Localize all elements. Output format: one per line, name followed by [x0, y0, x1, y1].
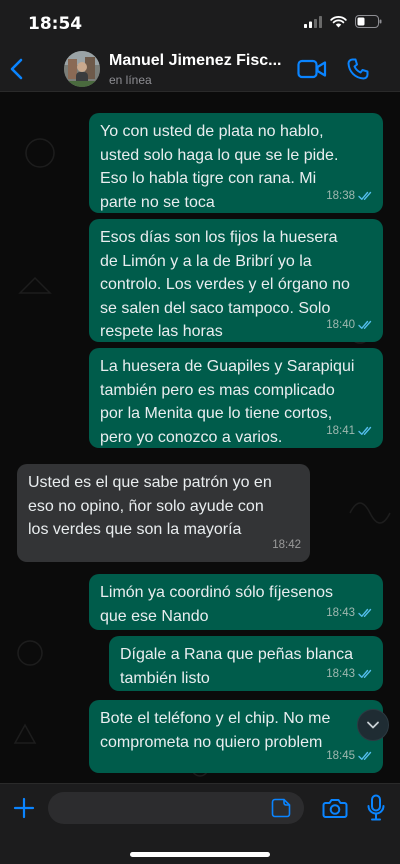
wifi-icon — [330, 15, 347, 27]
message-time: 18:41 — [326, 424, 355, 437]
sticker-button[interactable] — [271, 798, 291, 818]
message-bubble-outgoing[interactable]: Limón ya coordinó sólo fíjesenos que ese… — [89, 574, 383, 630]
read-receipt-icon — [358, 609, 372, 618]
back-button[interactable] — [6, 56, 28, 82]
message-text: Usted es el que sabe patrón yo en eso no… — [28, 474, 272, 538]
message-bubble-outgoing[interactable]: Esos días son los fijos la huesera de Li… — [89, 219, 383, 342]
message-meta: 18:41 — [326, 420, 374, 444]
message-meta: 18:38 — [326, 185, 374, 209]
avatar[interactable] — [64, 51, 100, 87]
message-meta: 18:43 — [326, 663, 374, 687]
message-bubble-outgoing[interactable]: Yo con usted de plata no hablo, usted so… — [89, 113, 383, 213]
chevron-down-icon — [367, 721, 379, 729]
status-time: 18:54 — [28, 14, 83, 34]
microphone-button[interactable] — [367, 794, 385, 822]
read-receipt-icon — [358, 427, 372, 436]
message-input[interactable] — [48, 792, 304, 824]
status-icons — [304, 15, 382, 28]
read-receipt-icon — [358, 321, 372, 330]
chat-header: Manuel Jimenez Fisc... en línea — [0, 46, 400, 92]
message-meta: 18:42 — [272, 534, 301, 558]
message-meta: 18:45 — [326, 745, 374, 769]
message-time: 18:43 — [326, 606, 355, 619]
scroll-to-bottom-button[interactable] — [357, 709, 389, 741]
attach-plus-button[interactable] — [12, 796, 36, 820]
contact-name[interactable]: Manuel Jimenez Fisc... — [109, 52, 285, 70]
read-receipt-icon — [358, 670, 372, 679]
message-meta: 18:40 — [326, 314, 374, 338]
voice-call-button[interactable] — [346, 57, 370, 81]
cellular-signal-icon — [304, 15, 322, 28]
contact-status: en línea — [109, 73, 152, 87]
message-bubble-outgoing[interactable]: La huesera de Guapiles y Sarapiqui tambi… — [89, 348, 383, 448]
avatar-image — [64, 51, 100, 87]
message-time: 18:43 — [326, 667, 355, 680]
message-time: 18:42 — [272, 538, 301, 551]
message-bubble-outgoing[interactable]: Bote el teléfono y el chip. No me compro… — [89, 700, 383, 773]
status-bar: 18:54 — [0, 0, 400, 46]
message-time: 18:40 — [326, 318, 355, 331]
read-receipt-icon — [358, 752, 372, 761]
chat-area[interactable]: Yo con usted de plata no hablo, usted so… — [0, 93, 400, 783]
home-indicator — [130, 852, 270, 857]
message-meta: 18:43 — [326, 602, 374, 626]
video-call-button[interactable] — [297, 58, 327, 80]
message-bubble-outgoing[interactable]: Dígale a Rana que peñas blanca también l… — [109, 636, 383, 691]
message-input-bar — [0, 783, 400, 864]
message-time: 18:45 — [326, 749, 355, 762]
read-receipt-icon — [358, 192, 372, 201]
message-time: 18:38 — [326, 189, 355, 202]
message-bubble-incoming[interactable]: Usted es el que sabe patrón yo en eso no… — [17, 464, 310, 562]
camera-button[interactable] — [322, 797, 348, 819]
battery-icon — [355, 15, 382, 28]
